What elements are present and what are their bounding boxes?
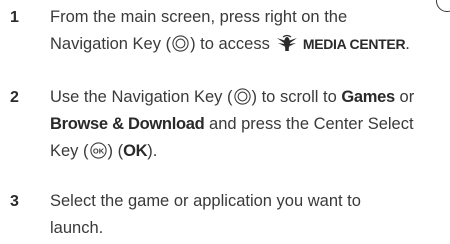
browse-download-label: Browse & Download xyxy=(50,115,205,133)
media-center-label: MEDIA CENTER xyxy=(302,36,406,52)
media-center-icon xyxy=(276,34,298,52)
navigation-key-icon xyxy=(233,88,251,105)
step-number: 1 xyxy=(10,9,19,26)
step-number: 3 xyxy=(10,193,19,210)
step-number: 2 xyxy=(10,89,19,106)
step-text: From the main screen, press right on the… xyxy=(50,8,410,53)
ok-key-icon: OK xyxy=(89,142,107,159)
games-label: Games xyxy=(341,88,395,106)
navigation-key-icon xyxy=(172,35,189,52)
ok-label: OK xyxy=(123,142,148,160)
step-text: Use the Navigation Key () to scroll to G… xyxy=(50,88,415,160)
svg-text:OK: OK xyxy=(92,146,104,155)
step-text: Select the game or application you want … xyxy=(50,192,361,237)
